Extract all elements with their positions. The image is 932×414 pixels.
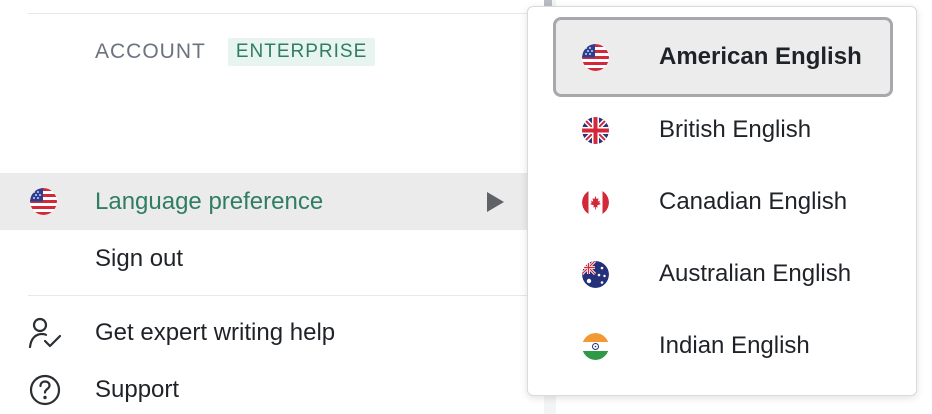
us-flag-icon xyxy=(582,43,609,71)
menu-item-sign-out[interactable]: Sign out xyxy=(0,233,528,285)
question-circle-icon xyxy=(29,374,61,406)
menu-item-expert-writing-help[interactable]: Get expert writing help xyxy=(0,308,528,358)
language-option-label: British English xyxy=(659,116,812,143)
language-option-american-english[interactable]: American English xyxy=(553,17,893,97)
india-flag-icon xyxy=(582,332,609,360)
us-flag-icon xyxy=(30,188,57,215)
language-option-canadian-english[interactable]: Canadian English xyxy=(553,162,893,242)
menu-divider xyxy=(28,13,556,14)
menu-item-language-preference[interactable]: Language preference xyxy=(0,173,528,230)
uk-flag-icon xyxy=(582,116,609,144)
menu-item-label: Get expert writing help xyxy=(95,319,336,346)
submenu-arrow-icon xyxy=(487,192,504,212)
language-option-label: Australian English xyxy=(659,260,852,287)
australia-flag-icon xyxy=(582,260,609,288)
menu-item-label: Sign out xyxy=(95,245,184,272)
language-option-label: Canadian English xyxy=(659,188,848,215)
menu-item-label: Support xyxy=(95,376,180,403)
account-menu: ACCOUNT ENTERPRISE Language preference S… xyxy=(0,0,556,414)
language-option-australian-english[interactable]: Australian English xyxy=(553,234,893,314)
menu-item-label: Language preference xyxy=(95,187,324,215)
language-option-label: Indian English xyxy=(659,332,810,359)
menu-item-support[interactable]: Support xyxy=(0,365,528,414)
language-option-indian-english[interactable]: Indian English xyxy=(553,306,893,386)
plan-badge: ENTERPRISE xyxy=(227,38,376,66)
language-option-british-english[interactable]: British English xyxy=(553,90,893,170)
account-label: ACCOUNT xyxy=(95,40,206,63)
canada-flag-icon xyxy=(582,188,609,216)
person-check-icon xyxy=(28,317,62,349)
app-root: ACCOUNT ENTERPRISE Language preference S… xyxy=(0,0,932,414)
language-option-label: American English xyxy=(659,43,862,70)
account-header: ACCOUNT ENTERPRISE xyxy=(95,38,376,66)
menu-divider xyxy=(28,295,528,296)
language-dropdown: American English British English Canadia… xyxy=(527,6,917,396)
